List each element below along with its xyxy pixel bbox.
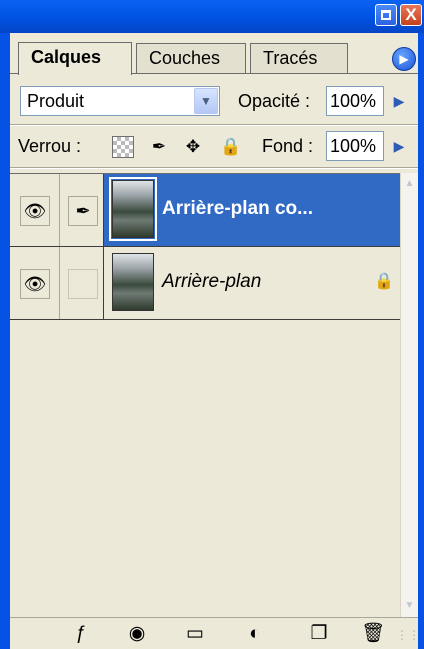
opacity-label: Opacité :	[238, 91, 311, 111]
scroll-up-icon[interactable]: ▲	[401, 175, 418, 193]
separator	[10, 167, 418, 169]
eye-icon[interactable]: 👁	[20, 196, 50, 226]
visibility-cell[interactable]: 👁	[10, 247, 60, 319]
minimize-button[interactable]	[375, 4, 397, 26]
layer-row[interactable]: 👁 ✒ Arrière-plan co...	[10, 174, 400, 247]
lock-label: Verrou :	[18, 136, 82, 156]
close-icon: X	[405, 5, 417, 24]
tab-couches[interactable]: Couches	[136, 43, 246, 73]
move-lock-icon[interactable]: ✥	[182, 136, 204, 158]
trash-icon[interactable]: 🗑	[360, 622, 386, 646]
tab-traces[interactable]: Tracés	[250, 43, 348, 73]
minimize-icon	[381, 10, 391, 20]
fill-slider-button[interactable]: ▶	[388, 132, 410, 160]
resize-grip-icon[interactable]: ⋮⋮	[396, 626, 420, 644]
layer-style-icon[interactable]: ƒ	[68, 622, 94, 646]
paint-link-cell[interactable]: ✒	[60, 174, 104, 246]
fill-field[interactable]: 100%	[326, 131, 384, 161]
transparency-lock-icon[interactable]	[112, 136, 134, 158]
blend-mode-value: Produit	[27, 91, 85, 111]
layers-panel: X Calques Couches Tracés ▶ Produit ▼ Opa…	[0, 0, 424, 649]
layers-list: 👁 ✒ Arrière-plan co... 👁 Arrière-plan 🔒	[10, 173, 400, 617]
empty-link-box[interactable]	[68, 269, 98, 299]
visibility-cell[interactable]: 👁	[10, 174, 60, 246]
tab-calques[interactable]: Calques	[18, 42, 132, 75]
blend-mode-select[interactable]: Produit ▼	[20, 86, 220, 116]
opacity-field[interactable]: 100%	[326, 86, 384, 116]
eye-icon[interactable]: 👁	[20, 269, 50, 299]
close-button[interactable]: X	[400, 4, 422, 26]
paint-link-cell[interactable]	[60, 247, 104, 319]
adjustment-layer-icon[interactable]: ◐	[242, 622, 268, 646]
tab-bar: Calques Couches Tracés ▶	[0, 33, 424, 75]
title-bar[interactable]: X	[0, 0, 424, 33]
layer-mask-icon[interactable]: ◉	[124, 622, 150, 646]
layer-row[interactable]: 👁 Arrière-plan 🔒	[10, 247, 400, 320]
layer-main[interactable]: Arrière-plan 🔒	[104, 247, 400, 319]
separator	[10, 124, 418, 126]
triangle-right-icon: ▶	[399, 52, 409, 66]
window-border-right	[418, 75, 424, 649]
chevron-down-icon[interactable]: ▼	[194, 88, 218, 114]
padlock-icon: 🔒	[374, 273, 394, 290]
layer-thumbnail[interactable]	[112, 253, 154, 311]
brush-lock-icon[interactable]: ✒	[148, 136, 170, 158]
layer-name[interactable]: Arrière-plan co...	[162, 194, 313, 224]
layer-thumbnail[interactable]	[109, 177, 157, 241]
new-layer-icon[interactable]: ❐	[306, 622, 332, 646]
scroll-down-icon[interactable]: ▼	[401, 597, 418, 615]
triangle-right-icon: ▶	[393, 138, 405, 154]
window-border-left	[0, 75, 10, 649]
fill-label: Fond :	[262, 136, 314, 156]
padlock-icon[interactable]: 🔒	[220, 136, 242, 158]
panel-menu-button[interactable]: ▶	[392, 47, 416, 71]
triangle-right-icon: ▶	[393, 93, 405, 109]
layer-name[interactable]: Arrière-plan	[162, 267, 261, 297]
new-group-icon[interactable]: ▭	[182, 622, 208, 646]
brush-icon[interactable]: ✒	[68, 196, 98, 226]
layers-scrollbar[interactable]: ▲ ▼	[400, 173, 418, 617]
bottom-toolbar: ƒ ◉ ▭ ◐ ❐ 🗑 ⋮⋮	[10, 617, 420, 649]
layer-main-selected[interactable]: Arrière-plan co...	[104, 174, 400, 246]
opacity-slider-button[interactable]: ▶	[388, 87, 410, 115]
